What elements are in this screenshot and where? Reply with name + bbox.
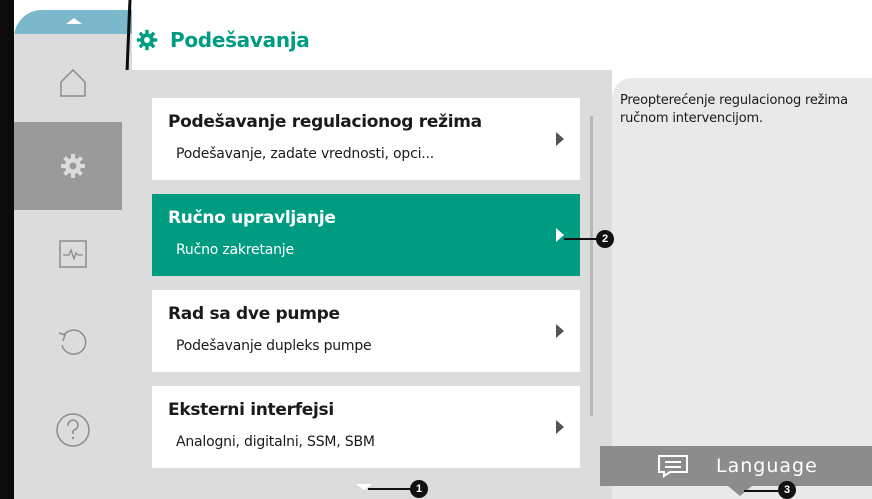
- chevron-right-icon: [556, 132, 564, 146]
- callout-badge: 1: [410, 480, 428, 498]
- menu-item-external-interfaces[interactable]: Eksterni interfejsi Analogni, digitalni,…: [152, 386, 580, 468]
- sidebar-item-restore[interactable]: [14, 298, 132, 386]
- page-title: Podešavanja: [170, 28, 310, 52]
- menu-item-subtitle: Analogni, digitalni, SSM, SBM: [176, 434, 375, 450]
- language-label: Language: [716, 455, 818, 477]
- chevron-right-icon: [556, 228, 564, 242]
- gear-icon: [134, 27, 160, 53]
- chat-bubble-icon: [658, 455, 688, 478]
- sidebar-item-home[interactable]: [14, 34, 132, 132]
- left-bezel: [0, 0, 14, 499]
- help-panel: [612, 78, 872, 499]
- help-text: Preopterećenje regulacionog režima ručno…: [620, 93, 848, 126]
- chevron-right-icon: [556, 420, 564, 434]
- menu-item-subtitle: Podešavanje dupleks pumpe: [176, 338, 372, 354]
- callout-line: [564, 238, 600, 240]
- page-header: Podešavanja: [134, 18, 310, 62]
- sidebar-item-diagnostics[interactable]: [14, 210, 132, 298]
- language-button[interactable]: Language: [600, 446, 872, 486]
- arrow-up-icon: [66, 18, 82, 24]
- undo-icon: [58, 329, 87, 355]
- device-screen: Podešavanja Podešavanje regulacionog rež…: [0, 0, 872, 499]
- help-icon: [56, 413, 90, 447]
- chevron-right-icon: [556, 324, 564, 338]
- home-icon: [60, 68, 86, 97]
- menu-item-manual-control[interactable]: Ručno upravljanje Ručno zakretanje: [152, 194, 580, 276]
- gear-icon: [61, 154, 85, 178]
- menu-item-title: Podešavanje regulacionog režima: [168, 112, 482, 132]
- heartbeat-icon: [59, 240, 87, 268]
- sidebar-item-settings[interactable]: [14, 122, 132, 210]
- menu-item-dual-pump[interactable]: Rad sa dve pumpe Podešavanje dupleks pum…: [152, 290, 580, 372]
- callout-line: [744, 490, 778, 492]
- menu-item-title: Eksterni interfejsi: [168, 400, 334, 420]
- menu-item-title: Rad sa dve pumpe: [168, 304, 340, 324]
- scrollbar[interactable]: [590, 116, 593, 416]
- menu-item-title: Ručno upravljanje: [168, 208, 336, 228]
- sidebar: [14, 10, 132, 499]
- sidebar-item-help[interactable]: [14, 386, 132, 474]
- menu-item-subtitle: Ručno zakretanje: [176, 242, 294, 258]
- callout-badge: 3: [778, 481, 796, 499]
- callout-line: [368, 488, 412, 490]
- menu-item-control-mode[interactable]: Podešavanje regulacionog režima Podešava…: [152, 98, 580, 180]
- menu-item-subtitle: Podešavanje, zadate vrednosti, opci...: [176, 146, 435, 162]
- callout-badge: 2: [596, 230, 614, 248]
- scroll-up-bar[interactable]: [14, 10, 132, 34]
